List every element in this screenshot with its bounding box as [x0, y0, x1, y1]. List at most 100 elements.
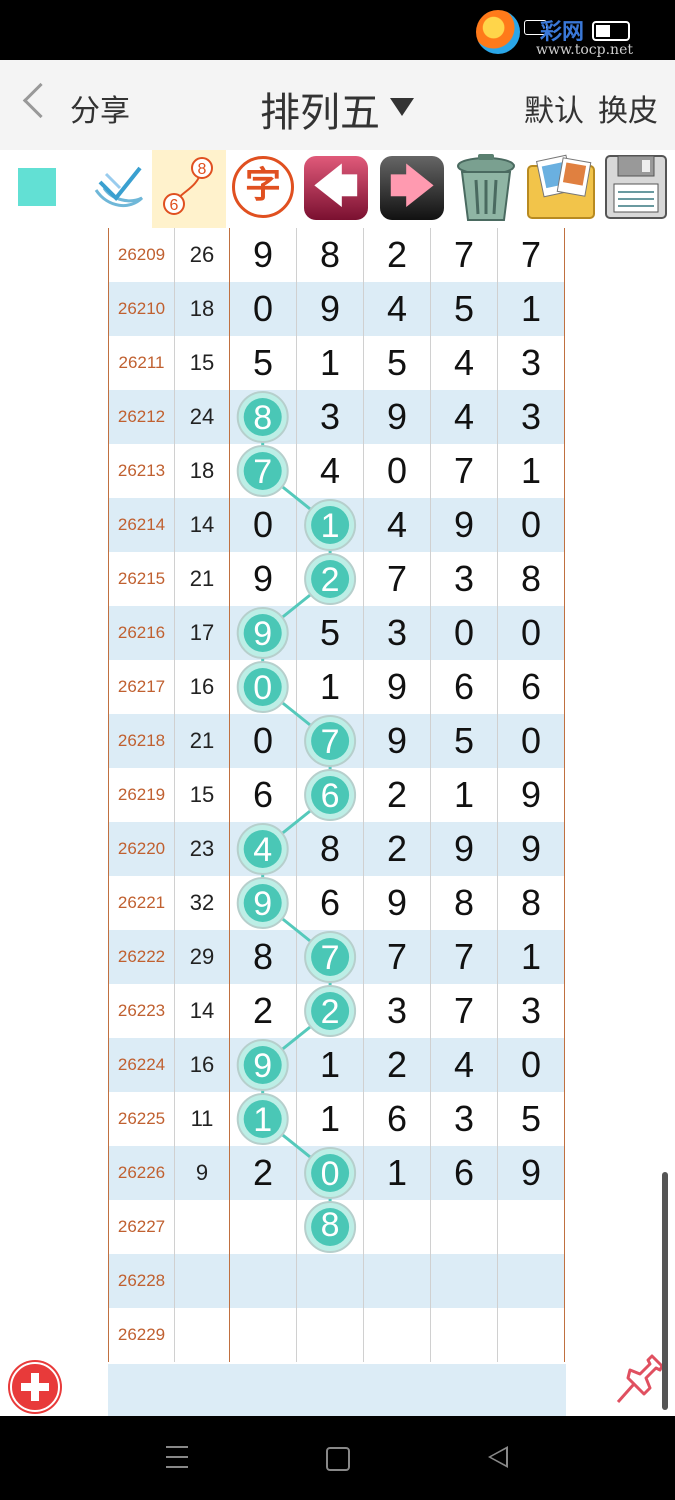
digit-cell[interactable]: [296, 1200, 364, 1254]
digit-cell[interactable]: 9: [430, 498, 498, 552]
digit-cell[interactable]: 2: [363, 768, 431, 822]
digit-cell[interactable]: 1: [296, 336, 364, 390]
page-title-dropdown[interactable]: 排列五: [260, 80, 380, 138]
digit-cell[interactable]: 1: [363, 1146, 431, 1200]
digit-cell[interactable]: [229, 606, 297, 660]
digit-cell[interactable]: 2: [363, 228, 431, 282]
digit-cell[interactable]: 3: [363, 606, 431, 660]
digit-cell[interactable]: [229, 390, 297, 444]
digit-cell[interactable]: 0: [430, 606, 498, 660]
digit-cell[interactable]: [497, 1254, 565, 1308]
digit-cell[interactable]: 8: [296, 822, 364, 876]
arrow-right-button[interactable]: 🡆: [380, 156, 444, 220]
digit-cell[interactable]: [296, 1308, 364, 1362]
digit-cell[interactable]: [363, 1200, 431, 1254]
back-triangle-icon[interactable]: [488, 1446, 508, 1468]
digit-cell[interactable]: 1: [296, 1038, 364, 1092]
digit-cell[interactable]: 5: [229, 336, 297, 390]
digit-cell[interactable]: 3: [363, 984, 431, 1038]
digit-cell[interactable]: 4: [430, 1038, 498, 1092]
digit-cell[interactable]: 5: [497, 1092, 565, 1146]
digit-cell[interactable]: 9: [497, 822, 565, 876]
digit-cell[interactable]: 0: [229, 282, 297, 336]
digit-cell[interactable]: 1: [296, 1092, 364, 1146]
digit-cell[interactable]: 7: [497, 228, 565, 282]
digit-cell[interactable]: 2: [363, 1038, 431, 1092]
digit-cell[interactable]: 9: [363, 390, 431, 444]
digit-cell[interactable]: 7: [363, 930, 431, 984]
digit-cell[interactable]: [363, 1254, 431, 1308]
digit-cell[interactable]: 7: [363, 552, 431, 606]
digit-cell[interactable]: [430, 1254, 498, 1308]
digit-cell[interactable]: 6: [497, 660, 565, 714]
digit-cell[interactable]: [229, 1092, 297, 1146]
digit-cell[interactable]: 0: [497, 714, 565, 768]
digit-cell[interactable]: 3: [497, 984, 565, 1038]
scrollbar[interactable]: [662, 1172, 668, 1410]
digit-cell[interactable]: 3: [430, 552, 498, 606]
digit-cell[interactable]: 6: [363, 1092, 431, 1146]
digit-cell[interactable]: 9: [229, 552, 297, 606]
draw-pen-button[interactable]: [90, 160, 150, 216]
digit-cell[interactable]: [430, 1308, 498, 1362]
add-button[interactable]: [10, 1362, 60, 1412]
digit-cell[interactable]: 1: [430, 768, 498, 822]
digit-cell[interactable]: 5: [363, 336, 431, 390]
digit-cell[interactable]: [229, 1038, 297, 1092]
digit-cell[interactable]: 7: [430, 228, 498, 282]
digit-cell[interactable]: 6: [296, 876, 364, 930]
digit-cell[interactable]: [363, 1308, 431, 1362]
arrow-left-button[interactable]: 🡄: [304, 156, 368, 220]
digit-cell[interactable]: [430, 1200, 498, 1254]
digit-cell[interactable]: 8: [430, 876, 498, 930]
digit-cell[interactable]: 2: [363, 822, 431, 876]
digit-cell[interactable]: [229, 1254, 297, 1308]
digit-cell[interactable]: [296, 930, 364, 984]
digit-cell[interactable]: [229, 1308, 297, 1362]
digit-cell[interactable]: 4: [363, 498, 431, 552]
digit-cell[interactable]: 3: [497, 390, 565, 444]
char-button[interactable]: 字: [232, 156, 294, 218]
default-button[interactable]: 默认: [524, 86, 584, 130]
digit-cell[interactable]: [229, 1200, 297, 1254]
digit-cell[interactable]: 9: [497, 768, 565, 822]
digit-cell[interactable]: 2: [229, 984, 297, 1038]
home-icon[interactable]: [326, 1447, 350, 1471]
digit-cell[interactable]: 7: [430, 984, 498, 1038]
digit-cell[interactable]: [296, 984, 364, 1038]
digit-cell[interactable]: 1: [497, 282, 565, 336]
digit-cell[interactable]: [497, 1200, 565, 1254]
dot-link-button[interactable]: 8 6: [152, 150, 226, 228]
skin-button[interactable]: 换皮: [598, 86, 658, 130]
digit-cell[interactable]: 8: [497, 552, 565, 606]
digit-cell[interactable]: [296, 768, 364, 822]
digit-cell[interactable]: 9: [229, 228, 297, 282]
digit-cell[interactable]: 8: [497, 876, 565, 930]
save-disk-button[interactable]: [602, 152, 670, 222]
share-button[interactable]: 分享: [70, 86, 130, 130]
menu-icon[interactable]: [166, 1446, 188, 1468]
digit-cell[interactable]: 9: [430, 822, 498, 876]
digit-cell[interactable]: 9: [497, 1146, 565, 1200]
digit-cell[interactable]: 0: [229, 498, 297, 552]
digit-cell[interactable]: [229, 876, 297, 930]
digit-cell[interactable]: 1: [497, 930, 565, 984]
pin-icon[interactable]: [610, 1352, 666, 1408]
digit-cell[interactable]: [296, 552, 364, 606]
digit-cell[interactable]: 6: [229, 768, 297, 822]
digit-cell[interactable]: 4: [296, 444, 364, 498]
digit-cell[interactable]: 3: [497, 336, 565, 390]
digit-cell[interactable]: [229, 822, 297, 876]
digit-cell[interactable]: 0: [497, 606, 565, 660]
trash-button[interactable]: [452, 152, 520, 224]
digit-cell[interactable]: 4: [430, 336, 498, 390]
digit-cell[interactable]: 0: [363, 444, 431, 498]
dropdown-arrow-icon[interactable]: [390, 98, 414, 116]
digit-cell[interactable]: 2: [229, 1146, 297, 1200]
digit-cell[interactable]: 9: [363, 660, 431, 714]
digit-cell[interactable]: [229, 444, 297, 498]
photo-folder-button[interactable]: [524, 152, 598, 222]
digit-cell[interactable]: 9: [363, 876, 431, 930]
digit-cell[interactable]: 5: [430, 282, 498, 336]
digit-cell[interactable]: [296, 498, 364, 552]
